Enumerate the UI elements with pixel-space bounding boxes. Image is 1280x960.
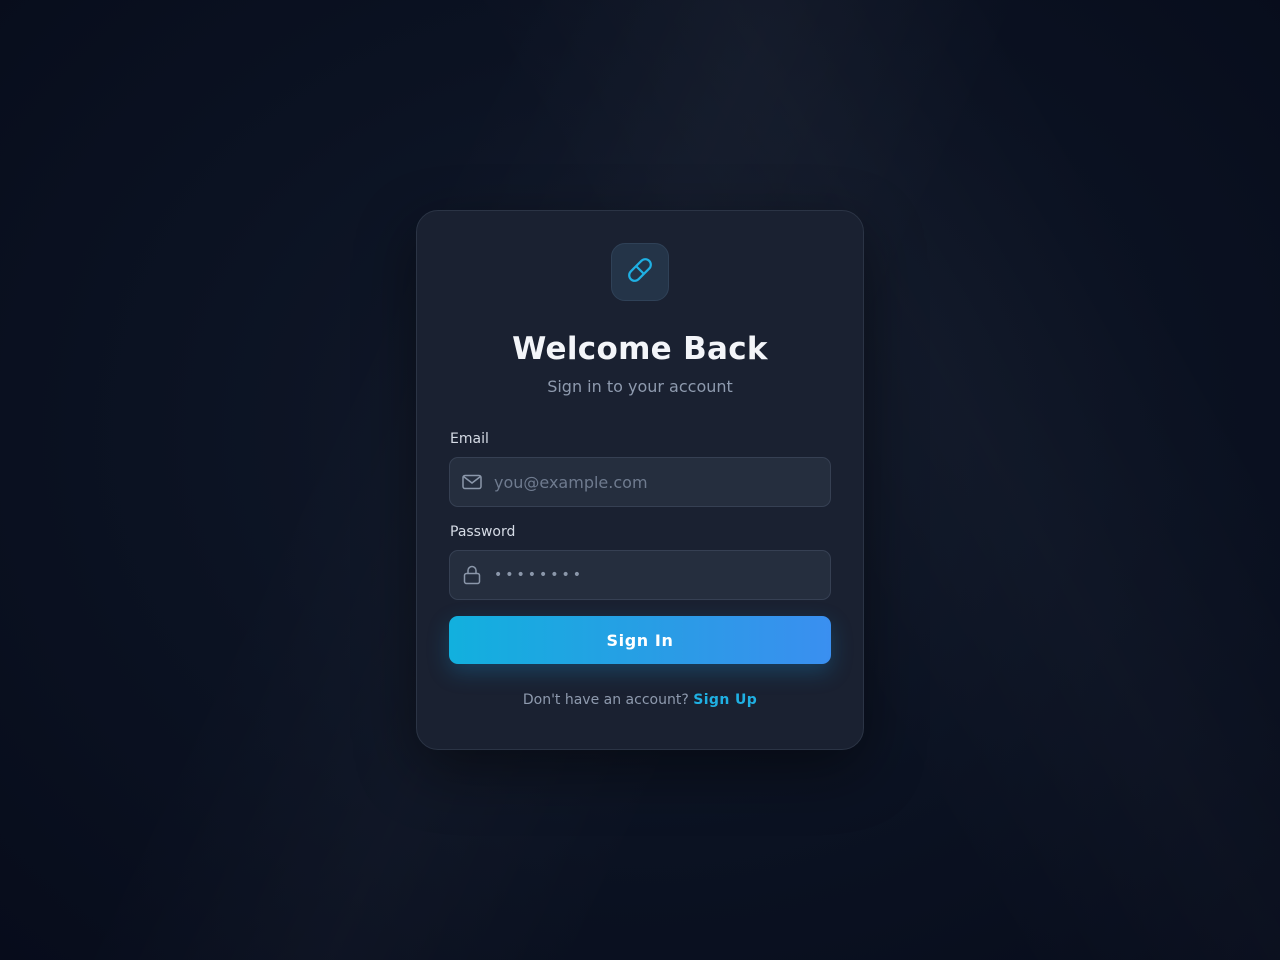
email-input[interactable] — [494, 472, 814, 492]
lock-icon — [462, 565, 482, 585]
app-logo — [611, 243, 669, 301]
page-subtitle: Sign in to your account — [547, 377, 733, 396]
email-label: Email — [450, 431, 489, 447]
login-card: Welcome Back Sign in to your account Ema… — [416, 210, 864, 750]
signup-prompt: Don't have an account? Sign Up — [523, 692, 757, 708]
mail-icon — [462, 472, 482, 492]
page-title: Welcome Back — [512, 331, 768, 367]
email-field[interactable] — [449, 457, 831, 507]
sign-up-link[interactable]: Sign Up — [693, 692, 757, 708]
password-field[interactable] — [449, 550, 831, 600]
password-input[interactable] — [494, 567, 814, 583]
pill-icon — [624, 254, 656, 290]
password-label: Password — [450, 524, 516, 540]
sign-in-button[interactable]: Sign In — [449, 616, 831, 664]
signup-prompt-text: Don't have an account? — [522, 692, 689, 708]
